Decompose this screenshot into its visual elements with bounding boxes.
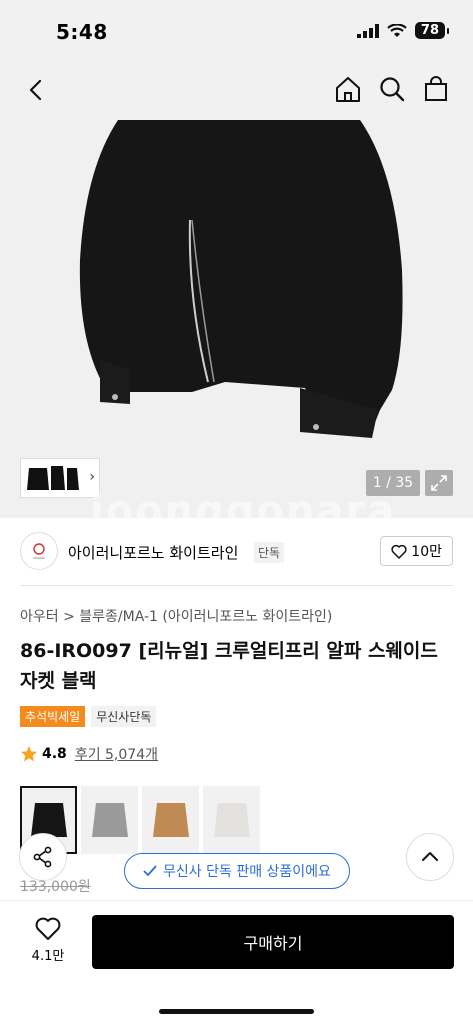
original-price: 133,000원 — [20, 879, 91, 895]
search-icon[interactable] — [377, 74, 407, 104]
color-option-camel[interactable] — [142, 786, 199, 854]
rating-row: 4.8 후기 5,074개 — [20, 744, 158, 764]
brand-logo-mark — [33, 543, 45, 559]
wifi-icon — [387, 23, 407, 37]
swatch-body — [91, 803, 128, 837]
star-icon — [21, 746, 37, 762]
exclusive-notice-text: 무신사 단독 판매 상품이에요 — [163, 864, 331, 880]
brand-exclusive-tag: 단독 — [254, 542, 285, 563]
brand-row: 아이러니포르노 화이트라인 단독 10만 — [20, 530, 453, 574]
share-icon — [33, 846, 52, 868]
breadcrumb-category[interactable]: 아우터 — [20, 609, 59, 625]
review-count-link[interactable]: 후기 5,074개 — [75, 744, 158, 764]
image-thumbnail-strip[interactable]: › — [20, 458, 100, 498]
home-icon[interactable] — [333, 74, 363, 104]
chevron-right-icon: › — [89, 469, 95, 485]
favorite-button[interactable]: 4.1만 — [22, 917, 74, 964]
expand-button[interactable] — [425, 470, 453, 496]
brand-like-count: 10만 — [411, 544, 442, 560]
swatch-body — [152, 803, 189, 837]
brand-logo[interactable] — [20, 532, 58, 570]
nav-actions — [333, 74, 451, 104]
battery-indicator: 78 — [414, 22, 450, 39]
exclusive-badge: 무신사단독 — [91, 706, 157, 727]
status-time: 5:48 — [56, 20, 108, 44]
rating-score: 4.8 — [42, 746, 67, 762]
color-option-ivory[interactable] — [203, 786, 260, 854]
thumbnail-jackets-image — [27, 466, 79, 490]
swatch-body — [30, 803, 67, 837]
breadcrumb-subcategory[interactable]: 블루종/MA-1 (아이러니포르노 화이트라인) — [79, 609, 332, 625]
status-bar: 5:48 78 — [0, 0, 473, 60]
product-title: 86-IRO097 [리뉴얼] 크루얼티프리 알파 스웨이드 자켓 블랙 — [20, 640, 438, 692]
jacket-swatch-ivory — [213, 803, 250, 837]
signal-icon — [356, 23, 379, 38]
brand-name[interactable]: 아이러니포르노 화이트라인 — [68, 542, 238, 563]
check-icon — [143, 865, 157, 877]
divider — [20, 585, 453, 586]
exclusive-notice-pill[interactable]: 무신사 단독 판매 상품이에요 — [124, 853, 350, 889]
share-button[interactable] — [19, 833, 67, 881]
scroll-top-button[interactable] — [406, 833, 454, 881]
shopping-bag-icon[interactable] — [421, 74, 451, 104]
jacket-swatch-camel — [152, 803, 189, 837]
favorite-count: 4.1만 — [31, 949, 65, 964]
home-indicator — [159, 1009, 314, 1014]
brand-like-button[interactable]: 10만 — [380, 536, 453, 566]
heart-icon — [391, 544, 407, 559]
back-arrow-icon[interactable] — [22, 76, 50, 104]
bottom-action-bar: 4.1만 구매하기 — [0, 900, 473, 1024]
jacket-swatch-gray — [91, 803, 128, 837]
swatch-body — [213, 803, 250, 837]
breadcrumb: 아우터 > 블루종/MA-1 (아이러니포르노 화이트라인) — [20, 606, 332, 626]
sale-badge: 추석빅세일 — [20, 706, 86, 727]
breadcrumb-separator: > — [63, 609, 75, 625]
status-icons: 78 — [356, 22, 450, 39]
chevron-up-icon — [422, 852, 438, 861]
product-image-gallery[interactable]: › 1 / 35 joonggonara — [0, 120, 473, 518]
badges: 추석빅세일 무신사단독 — [20, 706, 157, 727]
buy-button[interactable]: 구매하기 — [92, 915, 454, 969]
color-option-gray[interactable] — [81, 786, 138, 854]
heart-icon — [35, 917, 61, 940]
expand-icon — [431, 475, 447, 491]
watermark-text: joonggonara — [90, 488, 397, 518]
nav-bar — [0, 60, 473, 120]
